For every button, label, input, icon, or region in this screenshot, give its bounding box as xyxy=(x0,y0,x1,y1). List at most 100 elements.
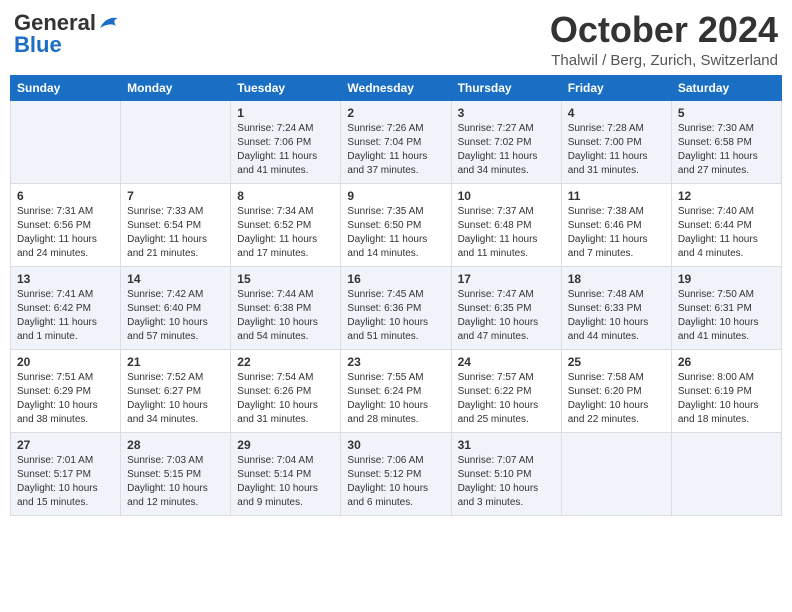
calendar-cell xyxy=(671,432,781,515)
day-number: 29 xyxy=(237,438,334,452)
calendar-cell xyxy=(121,100,231,183)
calendar-cell: 6 Sunrise: 7:31 AM Sunset: 6:56 PM Daylig… xyxy=(11,183,121,266)
calendar-cell: 14 Sunrise: 7:42 AM Sunset: 6:40 PM Dayli… xyxy=(121,266,231,349)
calendar-cell: 23 Sunrise: 7:55 AM Sunset: 6:24 PM Dayli… xyxy=(341,349,451,432)
day-number: 30 xyxy=(347,438,444,452)
title-block: October 2024 Thalwil / Berg, Zurich, Swi… xyxy=(550,10,778,69)
day-number: 26 xyxy=(678,355,775,369)
calendar-cell: 12 Sunrise: 7:40 AM Sunset: 6:44 PM Dayli… xyxy=(671,183,781,266)
day-info: Sunrise: 7:42 AM Sunset: 6:40 PM Dayligh… xyxy=(127,288,224,344)
calendar-cell xyxy=(11,100,121,183)
day-info: Sunrise: 7:45 AM Sunset: 6:36 PM Dayligh… xyxy=(347,288,444,344)
calendar-cell: 30 Sunrise: 7:06 AM Sunset: 5:12 PM Dayli… xyxy=(341,432,451,515)
calendar-cell: 18Sunrise: 7:48 AM Sunset: 6:33 PM Dayli… xyxy=(561,266,671,349)
calendar-cell: 20 Sunrise: 7:51 AM Sunset: 6:29 PM Dayli… xyxy=(11,349,121,432)
day-number: 12 xyxy=(678,189,775,203)
header-cell-monday: Monday xyxy=(121,75,231,100)
day-number: 15 xyxy=(237,272,334,286)
calendar-cell: 13Sunrise: 7:41 AM Sunset: 6:42 PM Dayli… xyxy=(11,266,121,349)
day-info: Sunrise: 7:03 AM Sunset: 5:15 PM Dayligh… xyxy=(127,454,224,510)
day-number: 10 xyxy=(458,189,555,203)
logo-blue: Blue xyxy=(14,32,62,58)
page-header: General Blue October 2024 Thalwil / Berg… xyxy=(10,10,782,69)
day-number: 21 xyxy=(127,355,224,369)
calendar-week-row: 6 Sunrise: 7:31 AM Sunset: 6:56 PM Daylig… xyxy=(11,183,782,266)
day-info: Sunrise: 7:40 AM Sunset: 6:44 PM Dayligh… xyxy=(678,205,775,261)
day-number: 25 xyxy=(568,355,665,369)
day-info: Sunrise: 7:24 AM Sunset: 7:06 PM Dayligh… xyxy=(237,122,334,178)
header-cell-thursday: Thursday xyxy=(451,75,561,100)
day-number: 5 xyxy=(678,106,775,120)
calendar-week-row: 27 Sunrise: 7:01 AM Sunset: 5:17 PM Dayli… xyxy=(11,432,782,515)
day-info: Sunrise: 7:35 AM Sunset: 6:50 PM Dayligh… xyxy=(347,205,444,261)
header-cell-wednesday: Wednesday xyxy=(341,75,451,100)
day-number: 2 xyxy=(347,106,444,120)
day-info: Sunrise: 7:54 AM Sunset: 6:26 PM Dayligh… xyxy=(237,371,334,427)
day-number: 16 xyxy=(347,272,444,286)
calendar-header-row: SundayMondayTuesdayWednesdayThursdayFrid… xyxy=(11,75,782,100)
day-info: Sunrise: 7:44 AM Sunset: 6:38 PM Dayligh… xyxy=(237,288,334,344)
calendar-cell: 9Sunrise: 7:35 AM Sunset: 6:50 PM Daylig… xyxy=(341,183,451,266)
calendar-cell: 28 Sunrise: 7:03 AM Sunset: 5:15 PM Dayli… xyxy=(121,432,231,515)
day-number: 3 xyxy=(458,106,555,120)
day-info: Sunrise: 7:31 AM Sunset: 6:56 PM Dayligh… xyxy=(17,205,114,261)
header-cell-tuesday: Tuesday xyxy=(231,75,341,100)
logo: General Blue xyxy=(14,10,120,58)
day-info: Sunrise: 8:00 AM Sunset: 6:19 PM Dayligh… xyxy=(678,371,775,427)
calendar-cell: 22 Sunrise: 7:54 AM Sunset: 6:26 PM Dayli… xyxy=(231,349,341,432)
day-number: 4 xyxy=(568,106,665,120)
calendar-cell: 26 Sunrise: 8:00 AM Sunset: 6:19 PM Dayli… xyxy=(671,349,781,432)
calendar-cell: 15 Sunrise: 7:44 AM Sunset: 6:38 PM Dayli… xyxy=(231,266,341,349)
day-info: Sunrise: 7:04 AM Sunset: 5:14 PM Dayligh… xyxy=(237,454,334,510)
day-info: Sunrise: 7:06 AM Sunset: 5:12 PM Dayligh… xyxy=(347,454,444,510)
day-info: Sunrise: 7:26 AM Sunset: 7:04 PM Dayligh… xyxy=(347,122,444,178)
day-info: Sunrise: 7:33 AM Sunset: 6:54 PM Dayligh… xyxy=(127,205,224,261)
day-info: Sunrise: 7:38 AM Sunset: 6:46 PM Dayligh… xyxy=(568,205,665,261)
calendar-cell: 29 Sunrise: 7:04 AM Sunset: 5:14 PM Dayli… xyxy=(231,432,341,515)
day-info: Sunrise: 7:58 AM Sunset: 6:20 PM Dayligh… xyxy=(568,371,665,427)
calendar-cell: 4 Sunrise: 7:28 AM Sunset: 7:00 PM Daylig… xyxy=(561,100,671,183)
calendar-cell: 1 Sunrise: 7:24 AM Sunset: 7:06 PM Daylig… xyxy=(231,100,341,183)
header-cell-friday: Friday xyxy=(561,75,671,100)
day-info: Sunrise: 7:47 AM Sunset: 6:35 PM Dayligh… xyxy=(458,288,555,344)
calendar-cell: 16 Sunrise: 7:45 AM Sunset: 6:36 PM Dayli… xyxy=(341,266,451,349)
calendar-cell: 17Sunrise: 7:47 AM Sunset: 6:35 PM Dayli… xyxy=(451,266,561,349)
day-number: 27 xyxy=(17,438,114,452)
calendar-cell: 19 Sunrise: 7:50 AM Sunset: 6:31 PM Dayli… xyxy=(671,266,781,349)
day-info: Sunrise: 7:34 AM Sunset: 6:52 PM Dayligh… xyxy=(237,205,334,261)
day-info: Sunrise: 7:50 AM Sunset: 6:31 PM Dayligh… xyxy=(678,288,775,344)
calendar-cell: 5Sunrise: 7:30 AM Sunset: 6:58 PM Daylig… xyxy=(671,100,781,183)
day-info: Sunrise: 7:57 AM Sunset: 6:22 PM Dayligh… xyxy=(458,371,555,427)
day-info: Sunrise: 7:07 AM Sunset: 5:10 PM Dayligh… xyxy=(458,454,555,510)
calendar-week-row: 13Sunrise: 7:41 AM Sunset: 6:42 PM Dayli… xyxy=(11,266,782,349)
calendar-cell: 25 Sunrise: 7:58 AM Sunset: 6:20 PM Dayli… xyxy=(561,349,671,432)
calendar-cell: 7Sunrise: 7:33 AM Sunset: 6:54 PM Daylig… xyxy=(121,183,231,266)
day-number: 18 xyxy=(568,272,665,286)
day-number: 6 xyxy=(17,189,114,203)
day-number: 8 xyxy=(237,189,334,203)
logo-bird-icon xyxy=(98,14,120,32)
day-info: Sunrise: 7:51 AM Sunset: 6:29 PM Dayligh… xyxy=(17,371,114,427)
calendar-cell: 11Sunrise: 7:38 AM Sunset: 6:46 PM Dayli… xyxy=(561,183,671,266)
day-number: 28 xyxy=(127,438,224,452)
calendar-week-row: 20 Sunrise: 7:51 AM Sunset: 6:29 PM Dayli… xyxy=(11,349,782,432)
calendar-cell: 8 Sunrise: 7:34 AM Sunset: 6:52 PM Daylig… xyxy=(231,183,341,266)
calendar-cell: 21 Sunrise: 7:52 AM Sunset: 6:27 PM Dayli… xyxy=(121,349,231,432)
day-number: 31 xyxy=(458,438,555,452)
calendar-cell: 27 Sunrise: 7:01 AM Sunset: 5:17 PM Dayli… xyxy=(11,432,121,515)
day-number: 1 xyxy=(237,106,334,120)
day-info: Sunrise: 7:27 AM Sunset: 7:02 PM Dayligh… xyxy=(458,122,555,178)
header-cell-saturday: Saturday xyxy=(671,75,781,100)
day-info: Sunrise: 7:28 AM Sunset: 7:00 PM Dayligh… xyxy=(568,122,665,178)
day-info: Sunrise: 7:01 AM Sunset: 5:17 PM Dayligh… xyxy=(17,454,114,510)
day-info: Sunrise: 7:55 AM Sunset: 6:24 PM Dayligh… xyxy=(347,371,444,427)
calendar-cell: 2 Sunrise: 7:26 AM Sunset: 7:04 PM Daylig… xyxy=(341,100,451,183)
day-number: 19 xyxy=(678,272,775,286)
day-number: 14 xyxy=(127,272,224,286)
day-number: 20 xyxy=(17,355,114,369)
day-number: 22 xyxy=(237,355,334,369)
month-title: October 2024 xyxy=(550,10,778,50)
day-number: 23 xyxy=(347,355,444,369)
day-info: Sunrise: 7:52 AM Sunset: 6:27 PM Dayligh… xyxy=(127,371,224,427)
day-number: 13 xyxy=(17,272,114,286)
